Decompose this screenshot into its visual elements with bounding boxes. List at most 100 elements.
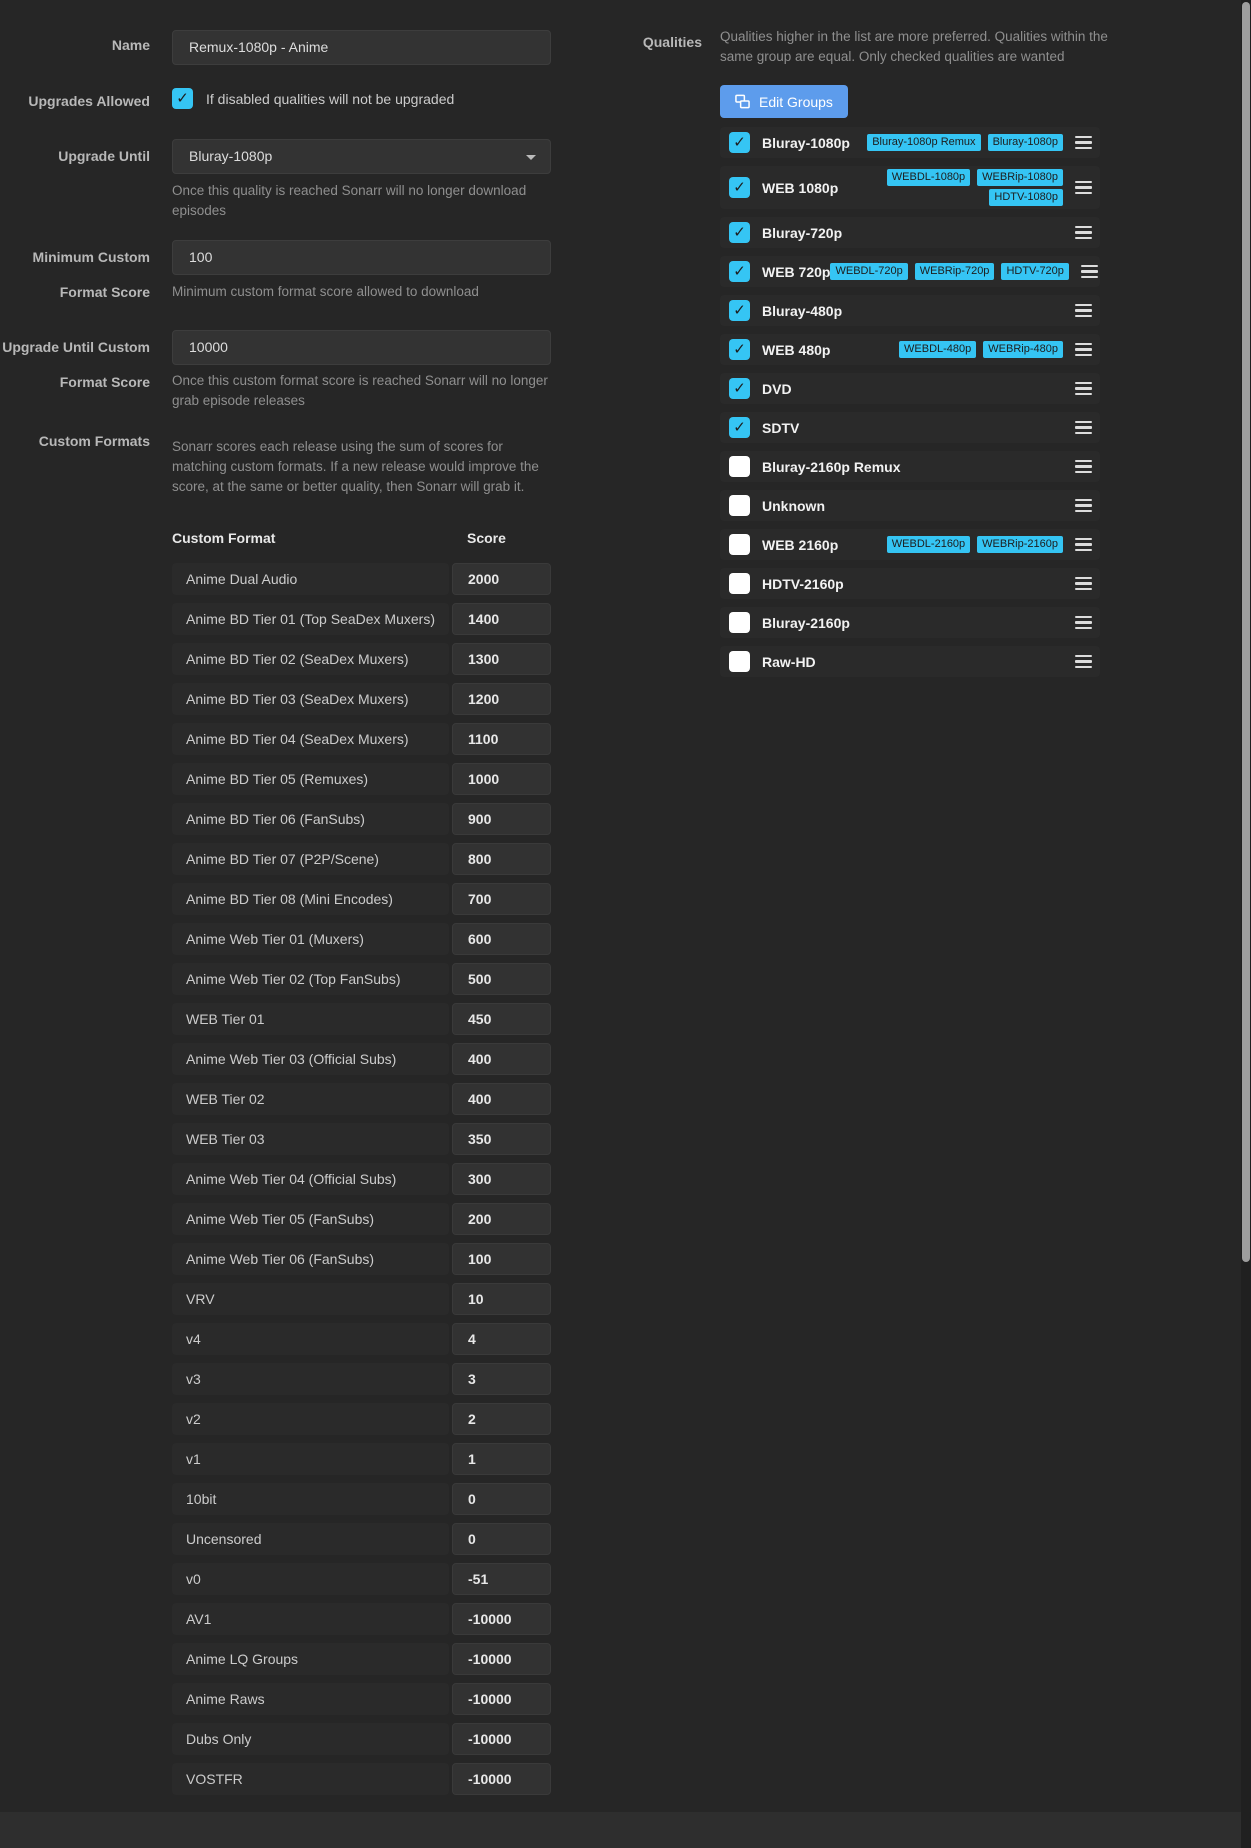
name-input[interactable]: Remux-1080p - Anime	[172, 30, 551, 65]
quality-row[interactable]: HDTV-2160p	[720, 568, 1100, 599]
upgrade-until-select[interactable]: Bluray-1080p	[172, 139, 551, 174]
quality-checkbox[interactable]: ✓	[729, 378, 750, 399]
custom-format-score-input[interactable]: 2000	[452, 563, 551, 595]
drag-handle-icon[interactable]	[1081, 265, 1098, 279]
check-icon: ✓	[733, 264, 746, 279]
scrollbar-track[interactable]	[1241, 0, 1251, 1848]
quality-checkbox[interactable]: ✓	[729, 300, 750, 321]
quality-row[interactable]: ✓SDTV	[720, 412, 1100, 443]
custom-format-score-input[interactable]: 300	[452, 1163, 551, 1195]
custom-format-score-input[interactable]: -10000	[452, 1643, 551, 1675]
custom-format-score-input[interactable]: 3	[452, 1363, 551, 1395]
custom-format-row: v11	[172, 1443, 551, 1475]
custom-format-score-input[interactable]: 100	[452, 1243, 551, 1275]
quality-checkbox[interactable]	[729, 495, 750, 516]
custom-format-score-input[interactable]: -10000	[452, 1683, 551, 1715]
custom-format-rows: Anime Dual Audio2000Anime BD Tier 01 (To…	[172, 563, 551, 1795]
drag-handle-icon[interactable]	[1075, 499, 1092, 513]
quality-row[interactable]: ✓Bluray-1080pBluray-1080p RemuxBluray-10…	[720, 127, 1100, 158]
custom-format-score-input[interactable]: 0	[452, 1483, 551, 1515]
min-custom-format-score-input[interactable]: 100	[172, 240, 551, 275]
quality-row[interactable]: WEB 2160pWEBDL-2160pWEBRip-2160p	[720, 529, 1100, 560]
custom-formats-label: Custom Formats	[0, 424, 150, 459]
quality-checkbox[interactable]	[729, 534, 750, 555]
score-column-header: Score	[452, 528, 551, 548]
custom-format-score-input[interactable]: 1400	[452, 603, 551, 635]
custom-format-score-input[interactable]: 200	[452, 1203, 551, 1235]
drag-handle-icon[interactable]	[1075, 304, 1092, 318]
custom-format-score-input[interactable]: 400	[452, 1043, 551, 1075]
quality-name: Bluray-480p	[762, 303, 842, 319]
custom-format-score-input[interactable]: -51	[452, 1563, 551, 1595]
custom-format-score-input[interactable]: 0	[452, 1523, 551, 1555]
quality-checkbox[interactable]: ✓	[729, 339, 750, 360]
quality-row[interactable]: ✓ Bluray-720p	[720, 217, 1100, 248]
quality-row[interactable]: Unknown	[720, 490, 1100, 521]
custom-format-score-input[interactable]: 800	[452, 843, 551, 875]
quality-row[interactable]: ✓WEB 720pWEBDL-720pWEBRip-720pHDTV-720p	[720, 256, 1100, 287]
quality-row[interactable]: Bluray-2160p Remux	[720, 451, 1100, 482]
custom-format-name: Anime BD Tier 07 (P2P/Scene)	[172, 843, 449, 875]
quality-name: Bluray-720p	[762, 225, 842, 241]
upgrades-allowed-checkbox[interactable]: ✓	[172, 88, 193, 109]
quality-checkbox[interactable]: ✓	[729, 261, 750, 282]
drag-handle-icon[interactable]	[1075, 343, 1092, 357]
custom-format-score-input[interactable]: 450	[452, 1003, 551, 1035]
custom-format-name: VOSTFR	[172, 1763, 449, 1795]
quality-row[interactable]: Bluray-2160p	[720, 607, 1100, 638]
drag-handle-icon[interactable]	[1075, 226, 1092, 240]
check-icon: ✓	[733, 420, 746, 435]
quality-checkbox[interactable]: ✓	[729, 177, 750, 198]
custom-format-score-input[interactable]: 10	[452, 1283, 551, 1315]
scrollbar-thumb[interactable]	[1242, 2, 1250, 1262]
check-icon: ✓	[733, 225, 746, 240]
custom-format-score-input[interactable]: 600	[452, 923, 551, 955]
quality-checkbox[interactable]	[729, 651, 750, 672]
drag-handle-icon[interactable]	[1075, 655, 1092, 669]
upgrade-until-custom-format-score-input[interactable]: 10000	[172, 330, 551, 365]
quality-badge: WEBDL-720p	[830, 263, 907, 280]
custom-format-score-input[interactable]: 1000	[452, 763, 551, 795]
quality-row[interactable]: ✓DVD	[720, 373, 1100, 404]
quality-row[interactable]: ✓WEB 1080pWEBDL-1080pWEBRip-1080pHDTV-10…	[720, 166, 1100, 209]
custom-format-score-input[interactable]: 1	[452, 1443, 551, 1475]
quality-badge: WEBRip-720p	[915, 263, 995, 280]
quality-row[interactable]: ✓ Bluray-480p	[720, 295, 1100, 326]
custom-format-score-input[interactable]: 2	[452, 1403, 551, 1435]
drag-handle-icon[interactable]	[1075, 577, 1092, 591]
quality-name: Bluray-2160p Remux	[762, 459, 901, 475]
drag-handle-icon[interactable]	[1075, 136, 1092, 150]
custom-format-score-input[interactable]: -10000	[452, 1763, 551, 1795]
custom-format-score-input[interactable]: 500	[452, 963, 551, 995]
upgrades-allowed-checkbox-text: If disabled qualities will not be upgrad…	[206, 91, 454, 107]
drag-handle-icon[interactable]	[1075, 538, 1092, 552]
quality-checkbox[interactable]: ✓	[729, 132, 750, 153]
custom-format-score-input[interactable]: 4	[452, 1323, 551, 1355]
quality-row[interactable]: Raw-HD	[720, 646, 1100, 677]
quality-badges: WEBDL-2160pWEBRip-2160p	[887, 536, 1063, 553]
quality-checkbox[interactable]	[729, 612, 750, 633]
custom-format-score-input[interactable]: 700	[452, 883, 551, 915]
quality-checkbox[interactable]	[729, 573, 750, 594]
custom-format-score-input[interactable]: -10000	[452, 1723, 551, 1755]
custom-format-score-input[interactable]: 1300	[452, 643, 551, 675]
custom-format-score-input[interactable]: 350	[452, 1123, 551, 1155]
edit-groups-button[interactable]: Edit Groups	[720, 85, 848, 118]
quality-row[interactable]: ✓WEB 480pWEBDL-480pWEBRip-480p	[720, 334, 1100, 365]
custom-format-score-input[interactable]: 1100	[452, 723, 551, 755]
custom-format-row: 10bit0	[172, 1483, 551, 1515]
custom-format-score-input[interactable]: -10000	[452, 1603, 551, 1635]
quality-checkbox[interactable]	[729, 456, 750, 477]
drag-handle-icon[interactable]	[1075, 460, 1092, 474]
quality-checkbox[interactable]: ✓	[729, 417, 750, 438]
drag-handle-icon[interactable]	[1075, 181, 1092, 195]
custom-format-score-input[interactable]: 400	[452, 1083, 551, 1115]
custom-format-score-input[interactable]: 1200	[452, 683, 551, 715]
drag-handle-icon[interactable]	[1075, 382, 1092, 396]
quality-checkbox[interactable]: ✓	[729, 222, 750, 243]
custom-format-row: Anime Raws-10000	[172, 1683, 551, 1715]
drag-handle-icon[interactable]	[1075, 421, 1092, 435]
custom-format-score-input[interactable]: 900	[452, 803, 551, 835]
drag-handle-icon[interactable]	[1075, 616, 1092, 630]
custom-format-row: VOSTFR-10000	[172, 1763, 551, 1795]
